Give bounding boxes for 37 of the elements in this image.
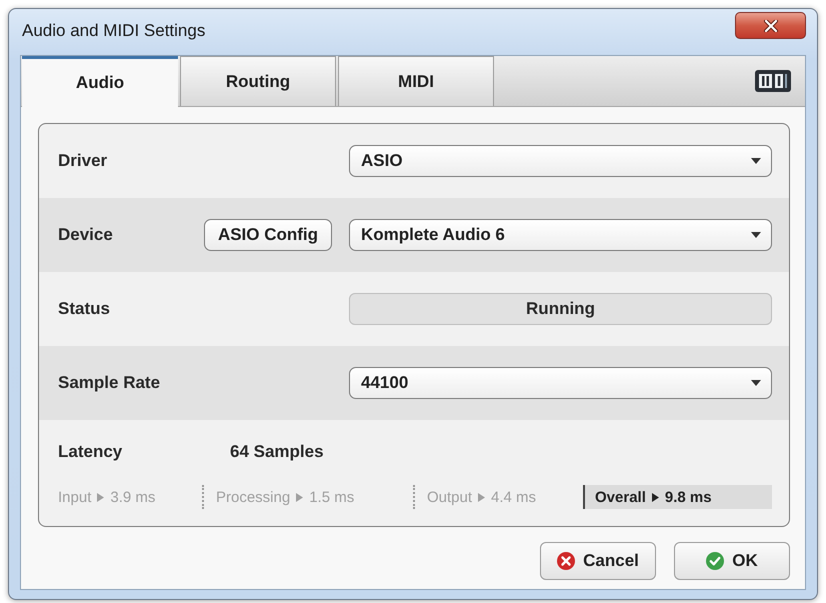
- dropdown[interactable]: 44100: [349, 367, 772, 399]
- setting-label: Driver: [58, 151, 108, 171]
- caret-icon: [751, 158, 761, 164]
- latency-part-value: 4.4 ms: [491, 488, 536, 506]
- close-button[interactable]: [735, 12, 806, 39]
- triangle-icon: [478, 492, 486, 502]
- latency-label: Latency: [58, 442, 124, 462]
- dropdown[interactable]: ASIO: [349, 145, 772, 177]
- tab[interactable]: MIDI: [338, 56, 494, 106]
- tab[interactable]: Audio: [22, 56, 178, 107]
- setting-label: Status: [58, 299, 111, 319]
- latency-part-label: Processing: [216, 488, 290, 506]
- logo-icon: [755, 70, 791, 92]
- latency-part-label: Overall: [595, 488, 646, 506]
- tab[interactable]: Routing: [180, 56, 336, 106]
- cancel-icon: [557, 552, 576, 570]
- latency-part-value: 3.9 ms: [110, 488, 156, 506]
- status-field: Running: [349, 293, 772, 325]
- triangle-icon: [652, 492, 659, 502]
- cancel-button[interactable]: Cancel: [540, 542, 656, 580]
- close-icon: [764, 20, 778, 32]
- check-icon: [706, 552, 724, 570]
- setting-label: Device: [58, 225, 114, 245]
- caret-icon: [751, 380, 761, 386]
- latency-part-value: 9.8 ms: [664, 488, 712, 506]
- latency-part-label: Output: [427, 488, 472, 506]
- triangle-icon: [296, 492, 304, 502]
- latency-part-value: 1.5 ms: [309, 488, 354, 506]
- setting-label: Sample Rate: [58, 373, 162, 393]
- config-button[interactable]: ASIO Config: [204, 219, 332, 251]
- triangle-icon: [97, 492, 104, 502]
- latency-part-label: Input: [58, 488, 92, 506]
- ok-button[interactable]: OK: [674, 542, 790, 580]
- latency-value: 64 Samples: [230, 442, 324, 462]
- caret-icon: [751, 232, 761, 238]
- dropdown[interactable]: Komplete Audio 6: [349, 219, 772, 251]
- window-title: Audio and MIDI Settings: [22, 21, 206, 41]
